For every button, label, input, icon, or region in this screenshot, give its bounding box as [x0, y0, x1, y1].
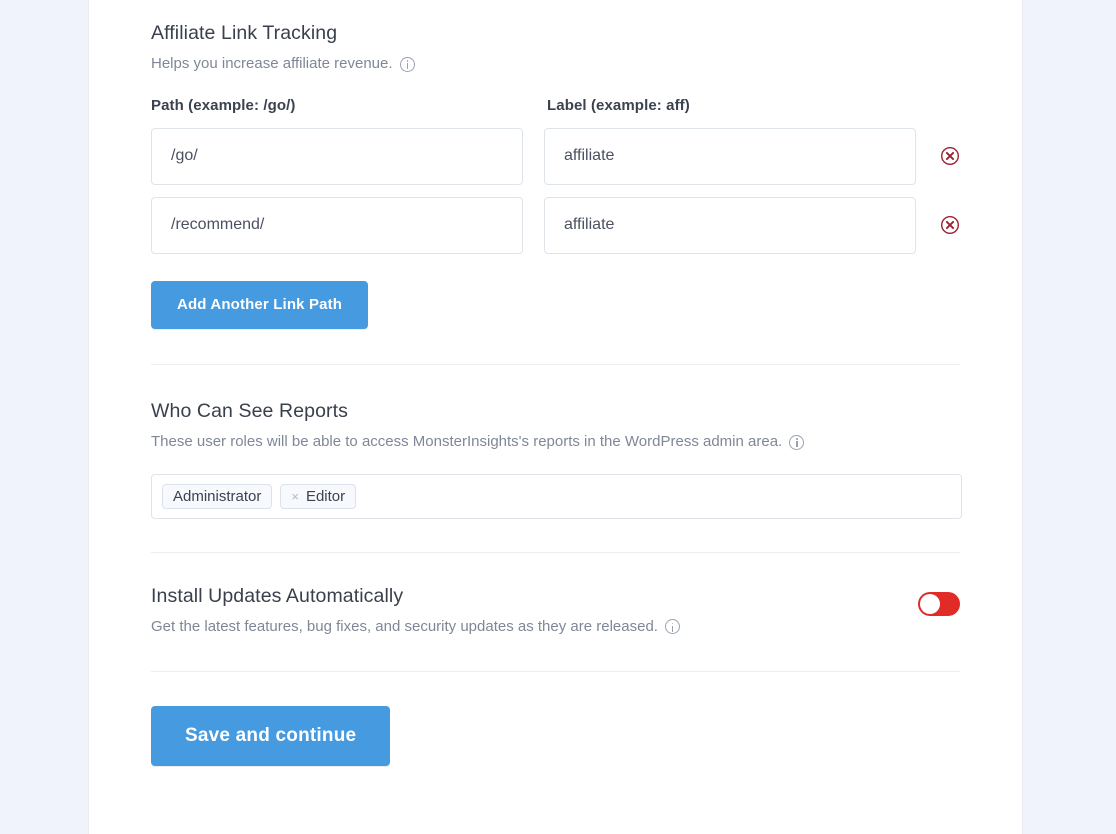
- role-chip-label: Editor: [305, 487, 346, 505]
- affiliate-path-input-1[interactable]: [151, 127, 523, 185]
- updates-section-title: Install Updates Automatically: [151, 584, 404, 607]
- column-header-label: Label (example: aff): [547, 96, 690, 114]
- remove-circle-x-icon[interactable]: [940, 146, 960, 166]
- info-circle-icon[interactable]: [399, 56, 415, 72]
- install-updates-toggle[interactable]: [918, 591, 960, 616]
- role-chip-administrator: Administrator: [162, 483, 273, 509]
- install-updates-section: Install Updates Automatically Get the la…: [151, 553, 960, 637]
- affiliate-label-input-2[interactable]: [544, 196, 916, 254]
- updates-description-text: Get the latest features, bug fixes, and …: [151, 618, 658, 636]
- user-roles-multiselect[interactable]: Administrator × Editor: [151, 473, 962, 519]
- affiliate-label-input-1[interactable]: [544, 127, 916, 185]
- save-and-continue-button[interactable]: Save and continue: [151, 705, 391, 766]
- roles-description-text: These user roles will be able to access …: [151, 433, 783, 451]
- roles-section-title: Who Can See Reports: [151, 399, 348, 422]
- affiliate-link-row: [151, 196, 960, 254]
- remove-circle-x-icon[interactable]: [940, 215, 960, 235]
- role-chip-label: Administrator: [173, 487, 262, 505]
- page-background: Affiliate Link Tracking Helps you increa…: [0, 0, 1116, 834]
- column-header-path: Path (example: /go/): [151, 96, 296, 114]
- affiliate-description-text: Helps you increase affiliate revenue.: [151, 55, 393, 73]
- affiliate-path-input-2[interactable]: [151, 196, 523, 254]
- affiliate-section-title: Affiliate Link Tracking: [151, 22, 338, 44]
- toggle-knob: [920, 593, 940, 614]
- affiliate-column-headers: Path (example: /go/) Label (example: aff…: [151, 97, 960, 114]
- info-circle-icon[interactable]: [789, 434, 805, 450]
- footer-actions: Save and continue: [151, 672, 960, 766]
- info-circle-icon[interactable]: [664, 619, 680, 635]
- updates-section-description: Get the latest features, bug fixes, and …: [151, 617, 960, 637]
- settings-card: Affiliate Link Tracking Helps you increa…: [88, 0, 1023, 834]
- close-icon[interactable]: ×: [291, 490, 299, 503]
- affiliate-link-row: [151, 127, 960, 185]
- add-another-link-path-button[interactable]: Add Another Link Path: [151, 280, 369, 329]
- role-chip-editor[interactable]: × Editor: [280, 483, 357, 509]
- affiliate-section-description: Helps you increase affiliate revenue.: [151, 54, 960, 74]
- affiliate-link-tracking-section: Affiliate Link Tracking Helps you increa…: [151, 0, 960, 329]
- who-can-see-reports-section: Who Can See Reports These user roles wil…: [151, 365, 962, 519]
- roles-section-description: These user roles will be able to access …: [151, 432, 960, 452]
